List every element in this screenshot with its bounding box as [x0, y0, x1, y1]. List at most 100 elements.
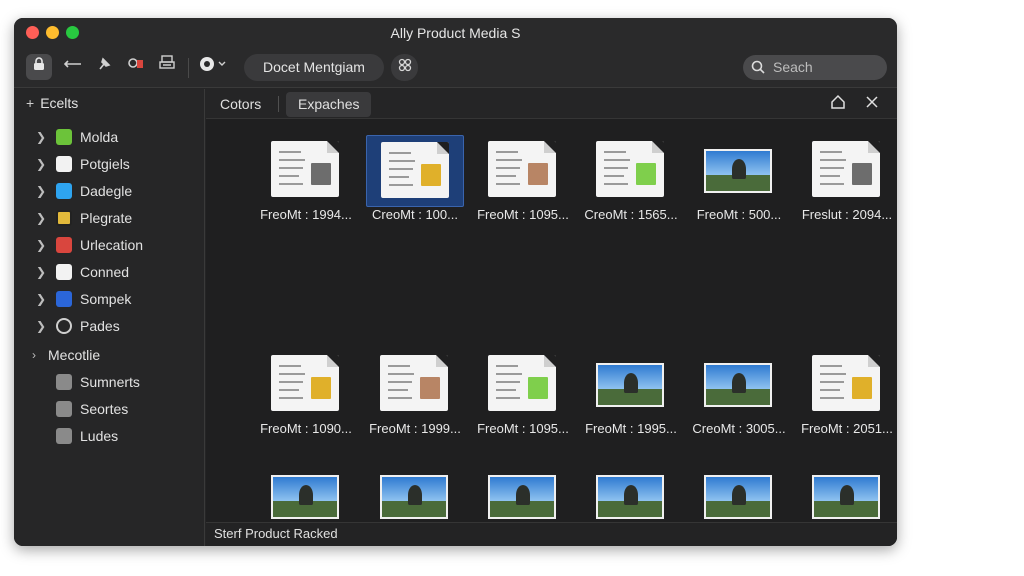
file-item[interactable]: FreoMt : 1095...	[474, 349, 572, 437]
close-icon[interactable]	[865, 94, 879, 114]
search-placeholder: Seach	[773, 59, 813, 75]
file-item[interactable]: FreoMt : 1999...	[366, 349, 464, 437]
sidebar-item[interactable]: ❯ Sompek	[14, 287, 204, 311]
file-item[interactable]: FreoMt : 1090...	[257, 349, 355, 437]
file-name: FreoMt : 1095...	[477, 207, 569, 222]
tab-bar: Cotors Expaches	[206, 89, 897, 119]
title-bar: Ally Product Media S	[14, 18, 897, 48]
sidebar-item[interactable]: ❯ Urlecation	[14, 233, 204, 257]
image-icon	[704, 475, 772, 519]
image-icon	[271, 475, 339, 519]
file-item[interactable]: CreoMt : 1565...	[582, 135, 680, 223]
sidebar-item-label: Pades	[80, 318, 120, 334]
file-thumbnail	[798, 349, 896, 421]
folder-icon	[56, 428, 72, 444]
file-thumbnail	[257, 349, 355, 421]
sidebar-header[interactable]: + Ecelts	[26, 95, 78, 111]
document-icon	[271, 141, 339, 197]
chevron-right-icon: ›	[32, 348, 36, 362]
file-item[interactable]: FreoMt : 1095...	[474, 135, 572, 223]
app-icon	[56, 237, 72, 253]
file-thumbnail	[582, 135, 680, 207]
file-item[interactable]: CreoMt : 3005...	[690, 349, 788, 437]
chevron-right-icon: ❯	[36, 157, 47, 171]
chevron-right-icon: ❯	[36, 130, 47, 144]
document-icon	[271, 355, 339, 411]
search-field[interactable]: Seach	[743, 55, 887, 80]
file-thumbnail	[690, 349, 788, 421]
action-menu-icon[interactable]	[198, 55, 226, 79]
sidebar-item-label: Seortes	[80, 401, 129, 417]
sidebar-item[interactable]: Ludes	[14, 424, 204, 448]
document-icon	[812, 141, 880, 197]
chevron-right-icon: ❯	[36, 238, 47, 252]
print-icon[interactable]	[155, 55, 179, 79]
file-name: FreoMt : 500...	[696, 207, 782, 222]
tab-divider	[278, 96, 279, 112]
file-name: CreoMt : 3005...	[692, 421, 786, 436]
file-thumbnail	[474, 135, 572, 207]
toolbar-divider	[188, 58, 189, 78]
file-name: CreoMt : 100...	[372, 207, 458, 222]
image-icon	[812, 475, 880, 519]
document-icon	[56, 156, 72, 172]
sidebar-item-label: Molda	[80, 129, 119, 145]
chevron-right-icon: ❯	[36, 292, 47, 306]
sidebar-item-label: Urlecation	[80, 237, 144, 253]
file-item[interactable]: FreoMt : 1995...	[582, 349, 680, 437]
image-icon	[596, 475, 664, 519]
sidebar-item[interactable]: ❯ Molda	[14, 125, 204, 149]
tab-expaches[interactable]: Expaches	[286, 92, 372, 117]
file-thumbnail	[582, 349, 680, 421]
tab-cotors[interactable]: Cotors	[208, 92, 273, 117]
sidebar-item-label: Dadegle	[80, 183, 133, 199]
image-icon	[596, 363, 664, 407]
chevron-right-icon: ❯	[36, 211, 47, 225]
image-icon	[704, 149, 772, 193]
file-name: FreoMt : 1994...	[260, 207, 352, 222]
file-name: FreoMt : 2051...	[801, 421, 893, 436]
file-item[interactable]: FreoMt : 1994...	[257, 135, 355, 223]
sidebar-item[interactable]: Seortes	[14, 397, 204, 421]
path-button[interactable]: Docet Mentgiam	[244, 54, 384, 81]
sidebar-header-label: Ecelts	[40, 95, 79, 111]
image-icon	[704, 363, 772, 407]
sidebar-item[interactable]: ❯ Potgiels	[14, 152, 204, 176]
lock-icon[interactable]	[26, 54, 52, 80]
file-thumbnail	[366, 135, 464, 207]
file-item[interactable]: Freslut : 2094...	[798, 135, 896, 223]
share-icon[interactable]	[124, 55, 148, 79]
document-icon	[488, 141, 556, 197]
sidebar-group-header[interactable]: › Mecotlie	[14, 343, 204, 367]
tags-icon[interactable]	[391, 54, 418, 81]
file-item[interactable]: CreoMt : 100...	[366, 135, 464, 223]
folder-icon	[56, 401, 72, 417]
sidebar-item[interactable]: ❯ Plegrate	[14, 206, 204, 230]
pin-icon[interactable]	[92, 55, 116, 79]
chevron-right-icon: ❯	[36, 319, 47, 333]
document-icon	[381, 142, 449, 198]
image-icon	[380, 475, 448, 519]
file-thumbnail	[798, 135, 896, 207]
file-item[interactable]: FreoMt : 500...	[690, 135, 788, 223]
sidebar-item-label: Sompek	[80, 291, 132, 307]
add-icon: +	[26, 95, 35, 111]
toolbar: Docet Mentgiam Seach	[14, 48, 897, 88]
sidebar-item[interactable]: Sumnerts	[14, 370, 204, 394]
file-name: CreoMt : 1565...	[584, 207, 678, 222]
sidebar-item[interactable]: ❯ Dadegle	[14, 179, 204, 203]
sidebar: + Ecelts ❯ Molda ❯ Potgiels ❯ Dadegle ❯ P…	[14, 89, 205, 546]
file-name: FreoMt : 1095...	[477, 421, 569, 436]
window-title: Ally Product Media S	[390, 25, 521, 41]
template-icon	[56, 210, 72, 226]
sidebar-item[interactable]: ❯ Conned	[14, 260, 204, 284]
folder-icon	[56, 183, 72, 199]
sidebar-group-label: Mecotlie	[48, 347, 101, 363]
sidebar-item[interactable]: ❯ Pades	[14, 314, 204, 338]
document-icon	[56, 264, 72, 280]
sidebar-item-label: Conned	[80, 264, 130, 280]
sidebar-toggle-icon[interactable]	[61, 55, 85, 79]
home-icon[interactable]	[831, 94, 845, 114]
file-item[interactable]: FreoMt : 2051...	[798, 349, 896, 437]
status-bar: Sterf Product Racked	[206, 522, 897, 546]
